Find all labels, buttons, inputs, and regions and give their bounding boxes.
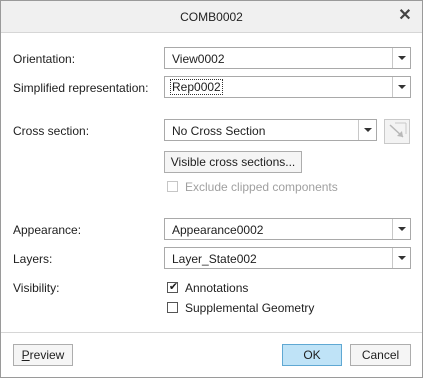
cross-section-value: No Cross Section <box>172 124 266 138</box>
cross-section-dropdown[interactable]: No Cross Section <box>164 119 377 141</box>
annotations-label: Annotations <box>185 281 249 295</box>
dialog-window: COMB0002 ✕ Orientation: View0002 Simplif… <box>0 0 423 378</box>
orientation-dropdown[interactable]: View0002 <box>164 47 411 69</box>
appearance-dropdown[interactable]: Appearance0002 <box>164 218 411 240</box>
preview-label: review <box>29 348 65 362</box>
cancel-button[interactable]: Cancel <box>350 344 411 366</box>
exclude-clipped-label: Exclude clipped components <box>185 180 338 194</box>
preview-button[interactable]: Preview <box>13 344 73 366</box>
chevron-down-icon[interactable] <box>392 248 410 268</box>
appearance-label: Appearance: <box>13 223 82 237</box>
visibility-label: Visibility: <box>13 281 60 295</box>
cross-section-flip-button[interactable] <box>384 119 410 144</box>
check-icon: ✔ <box>168 281 179 293</box>
chevron-down-icon[interactable] <box>358 120 376 140</box>
orientation-value: View0002 <box>172 52 225 66</box>
chevron-down-icon[interactable] <box>392 77 410 97</box>
orientation-label: Orientation: <box>13 52 76 66</box>
close-icon[interactable]: ✕ <box>397 7 413 25</box>
simplified-rep-value: Rep0002 <box>170 79 223 95</box>
layers-label: Layers: <box>13 252 53 266</box>
chevron-down-icon[interactable] <box>392 48 410 68</box>
footer-divider <box>1 332 422 333</box>
appearance-value: Appearance0002 <box>172 223 264 237</box>
cross-section-label: Cross section: <box>13 124 90 138</box>
annotations-checkbox[interactable]: ✔ <box>167 281 179 293</box>
simplified-rep-label: Simplified representation: <box>13 81 149 95</box>
title-bar: COMB0002 ✕ <box>1 1 422 33</box>
visible-cross-sections-button[interactable]: Visible cross sections... <box>164 151 302 173</box>
dialog-title: COMB0002 <box>180 10 243 24</box>
exclude-clipped-checkbox[interactable] <box>167 181 178 192</box>
ok-button[interactable]: OK <box>282 344 342 366</box>
supplemental-geometry-checkbox[interactable] <box>167 302 178 313</box>
chevron-down-icon[interactable] <box>392 219 410 239</box>
layers-dropdown[interactable]: Layer_State002 <box>164 247 411 269</box>
supplemental-geometry-label: Supplemental Geometry <box>185 301 315 315</box>
simplified-rep-dropdown[interactable]: Rep0002 <box>164 76 411 98</box>
layers-value: Layer_State002 <box>172 252 257 266</box>
preview-mnemonic: P <box>21 348 30 362</box>
cross-section-arrow-icon <box>389 122 407 138</box>
